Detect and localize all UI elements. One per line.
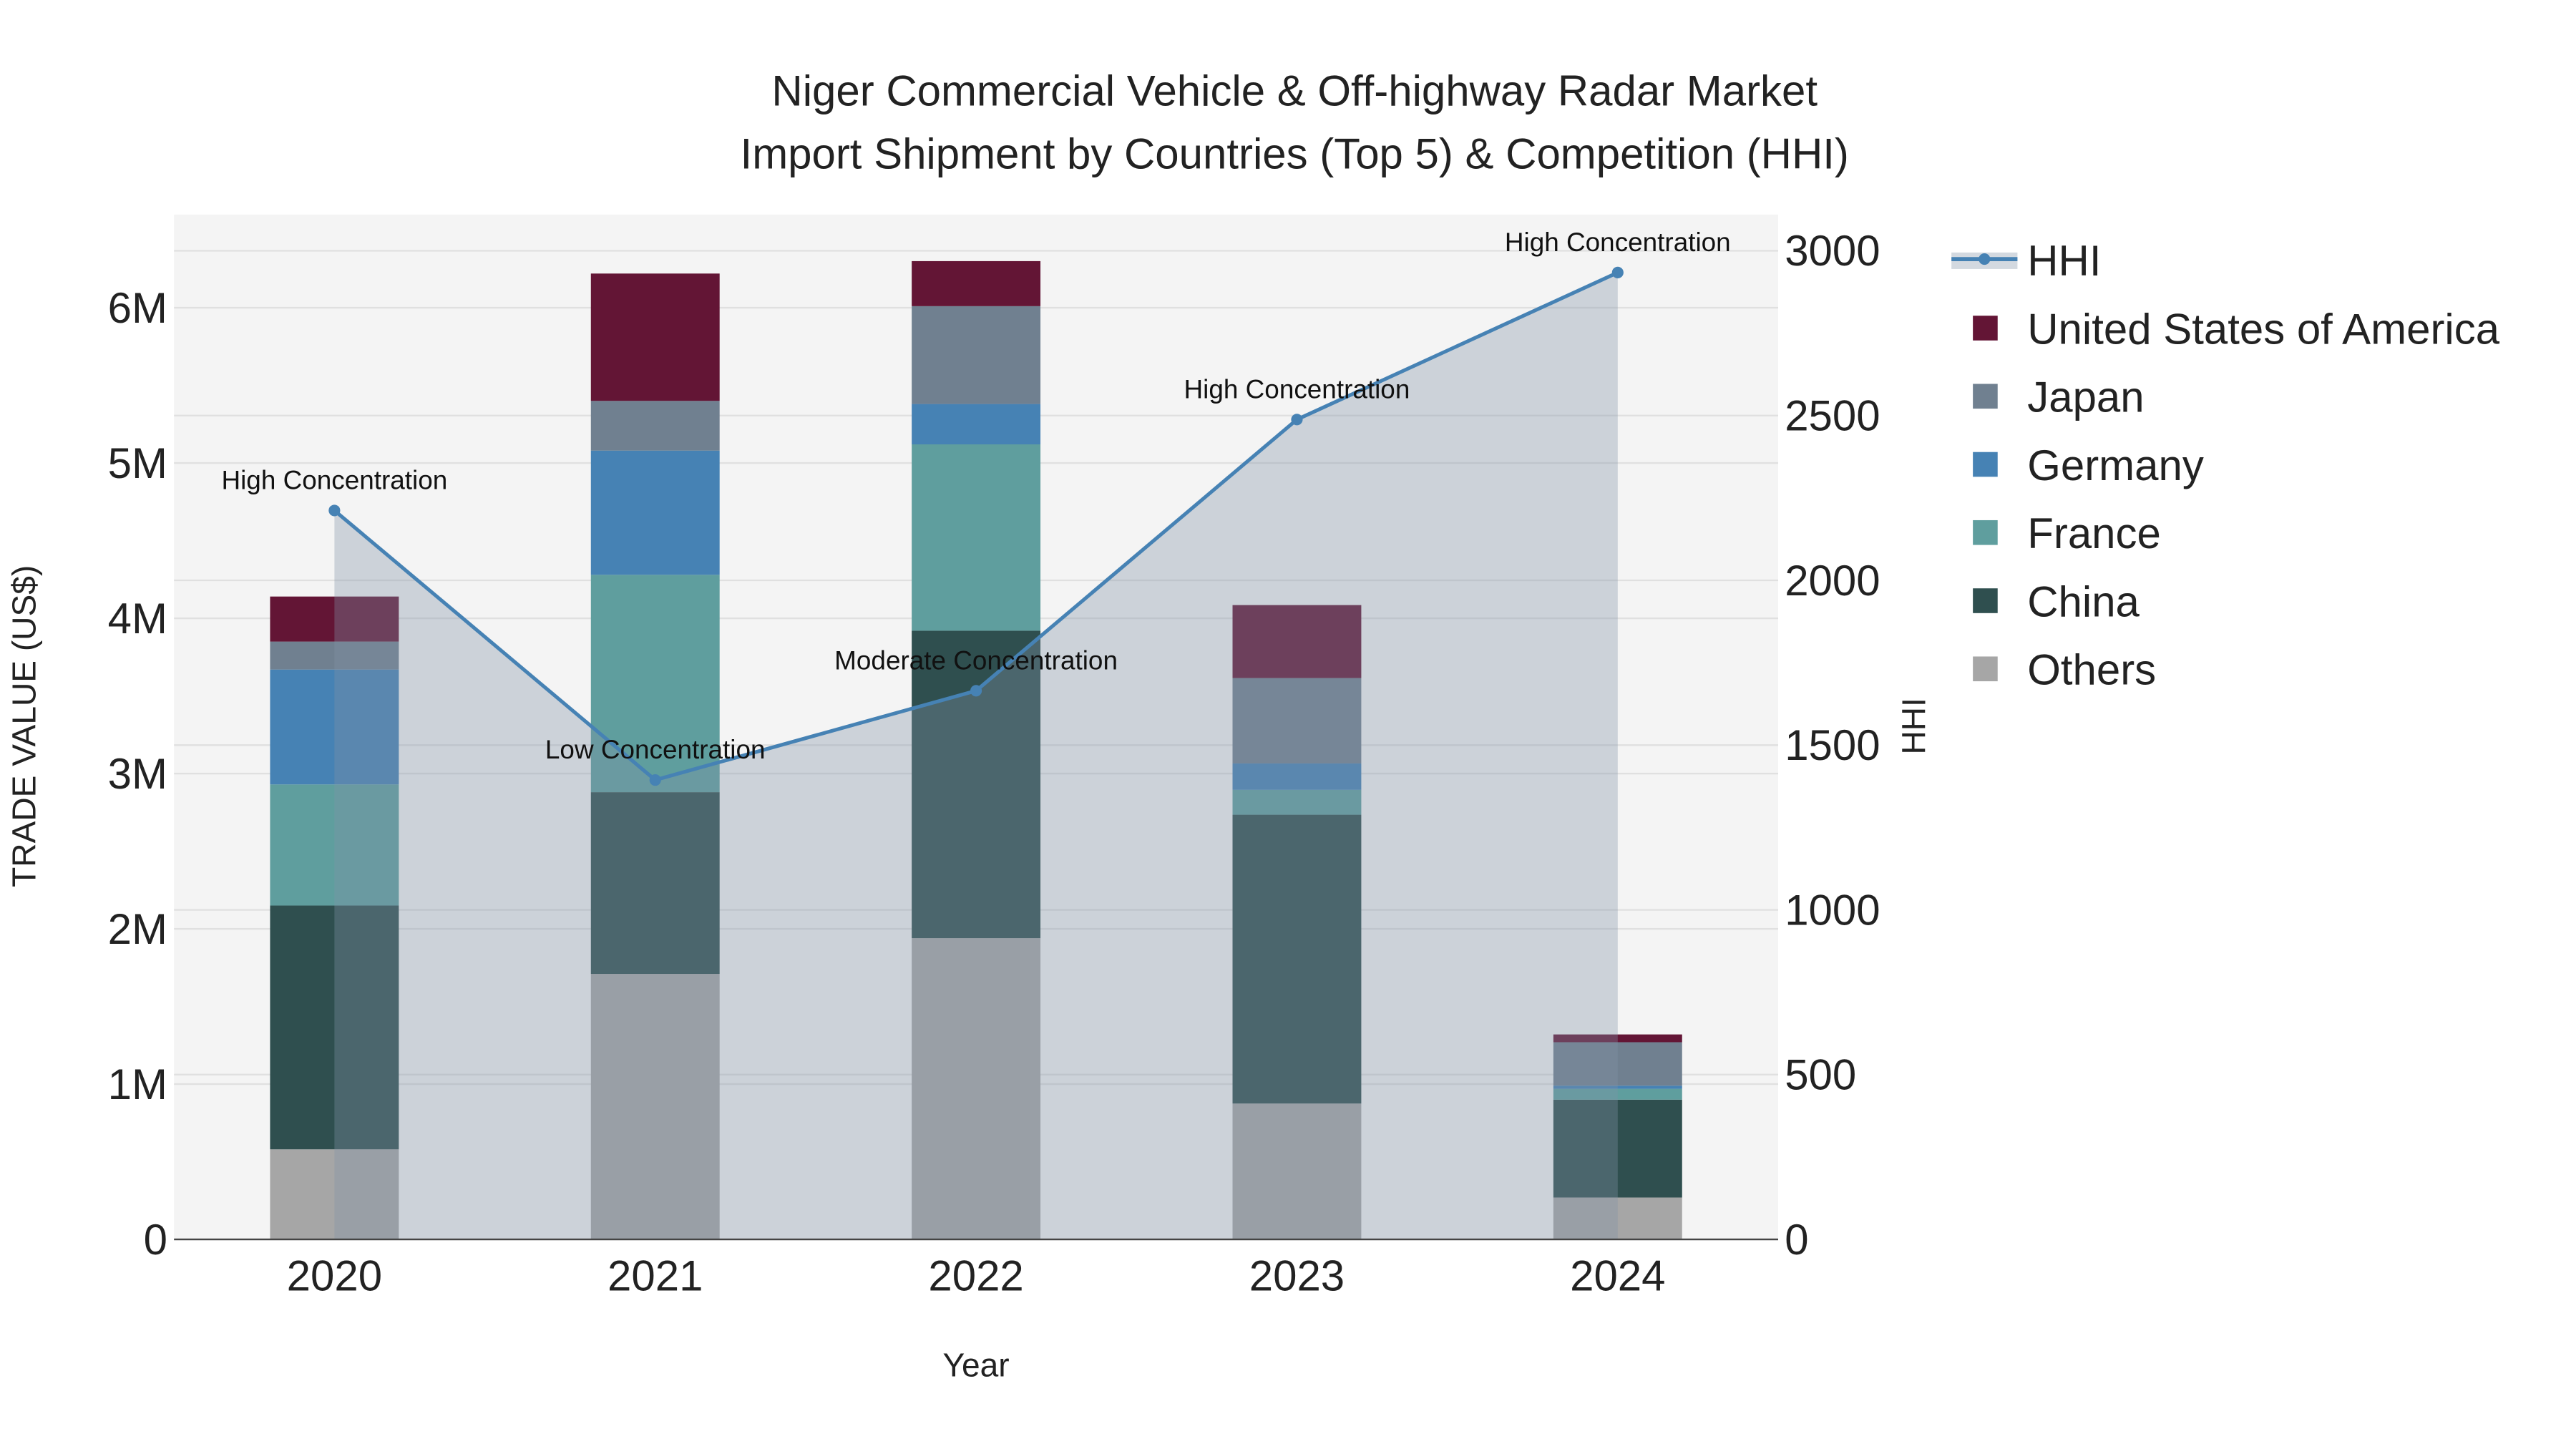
bar-japan-2022: [912, 306, 1041, 404]
legend-swatch-germany: [1973, 452, 1998, 477]
y-tick-label: 6M: [108, 284, 167, 332]
hhi-annotation-2021: Low Concentration: [545, 735, 766, 764]
y2-axis-ticks: 0 500 1000 1500 2000 2500 3000: [1785, 227, 1880, 1264]
y-tick-label: 4M: [108, 595, 167, 643]
y-tick-label: 3M: [108, 750, 167, 798]
x-axis-ticks: 2020 2021 2022 2023 2024: [287, 1252, 1666, 1300]
y-tick-label: 5M: [108, 439, 167, 487]
y2-tick-label: 1500: [1785, 721, 1880, 769]
bar-germany-2021: [590, 450, 720, 575]
bar-germany-2022: [912, 404, 1041, 445]
hhi-annotation-2023: High Concentration: [1184, 374, 1410, 404]
y-axis-ticks: 0 1M 2M 3M 4M 5M 6M: [108, 284, 167, 1264]
hhi-annotation-2020: High Concentration: [221, 465, 447, 494]
legend-swatch-france: [1973, 519, 1998, 545]
legend-label-united-states-of-america: United States of America: [2027, 305, 2499, 353]
chart-title-line1: Niger Commercial Vehicle & Off-highway R…: [771, 67, 1818, 115]
legend-label-hhi: HHI: [2027, 237, 2101, 285]
x-tick-label-2021: 2021: [608, 1252, 703, 1300]
y-axis-label: TRADE VALUE (US$): [5, 565, 42, 887]
x-tick-label-2020: 2020: [287, 1252, 382, 1300]
hhi-point-2020: [328, 504, 341, 517]
y2-tick-label: 0: [1785, 1216, 1808, 1264]
y2-tick-label: 2500: [1785, 392, 1880, 440]
chart-title-line2: Import Shipment by Countries (Top 5) & C…: [741, 130, 1849, 177]
legend-label-japan: Japan: [2027, 374, 2144, 421]
y2-tick-label: 3000: [1785, 227, 1880, 275]
bar-japan-2021: [590, 401, 720, 451]
y2-tick-label: 500: [1785, 1051, 1856, 1099]
legend-label-germany: Germany: [2027, 441, 2204, 489]
bar-united-states-of-america-2022: [912, 260, 1041, 306]
hhi-annotation-2024: High Concentration: [1505, 228, 1731, 257]
hhi-annotation-2022: Moderate Concentration: [834, 645, 1118, 675]
x-tick-label-2022: 2022: [928, 1252, 1023, 1300]
legend-hhi-swatch-marker: [1979, 253, 1991, 265]
hhi-point-2021: [649, 774, 661, 786]
legend-swatch-others: [1973, 656, 1998, 682]
x-tick-label-2023: 2023: [1249, 1252, 1345, 1300]
y2-tick-label: 1000: [1785, 886, 1880, 934]
legend-label-others: Others: [2027, 646, 2156, 694]
chart: High Concentration Low Concentration Moder…: [5, 67, 2500, 1384]
legend-label-china: China: [2027, 577, 2140, 625]
legend: HHI United States of America Japan Germany F…: [1951, 237, 2500, 694]
hhi-point-2023: [1291, 414, 1303, 426]
y2-tick-label: 2000: [1785, 557, 1880, 605]
y-tick-label: 2M: [108, 905, 167, 953]
x-tick-label-2024: 2024: [1570, 1252, 1665, 1300]
hhi-point-2024: [1611, 266, 1624, 278]
y-tick-label: 0: [144, 1216, 167, 1264]
x-axis-label: Year: [943, 1347, 1010, 1384]
legend-swatch-china: [1973, 588, 1998, 613]
bar-france-2022: [912, 444, 1041, 631]
bar-united-states-of-america-2021: [590, 273, 720, 401]
hhi-point-2022: [970, 685, 982, 697]
legend-label-france: France: [2027, 509, 2161, 557]
y2-axis-label: HHI: [1895, 698, 1932, 754]
y-tick-label: 1M: [108, 1060, 167, 1108]
legend-swatch-japan: [1973, 384, 1998, 409]
legend-swatch-united-states-of-america: [1973, 316, 1998, 341]
